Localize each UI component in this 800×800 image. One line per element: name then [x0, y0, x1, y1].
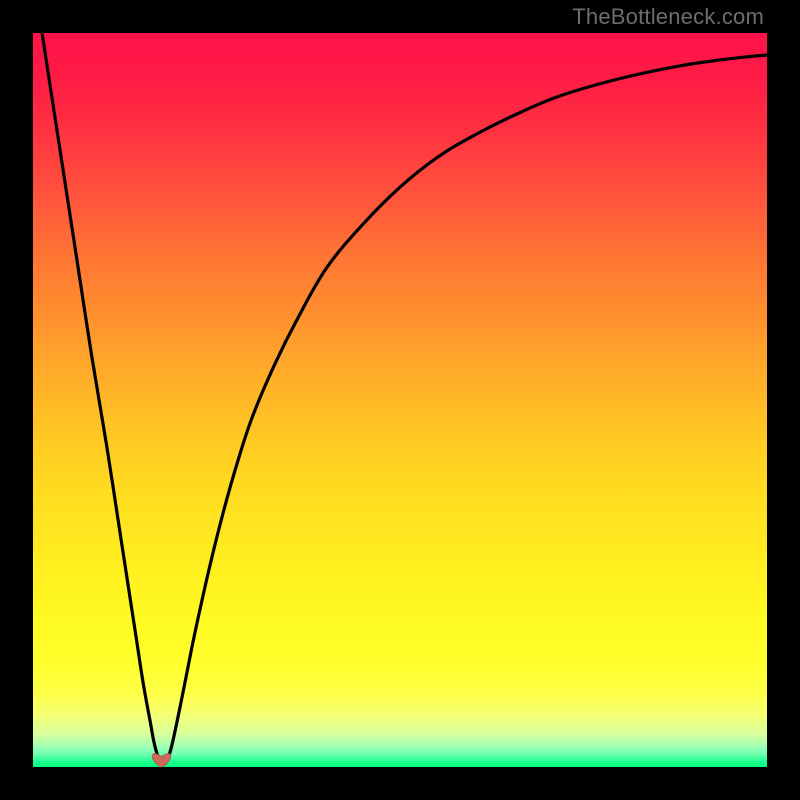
curve-layer [33, 33, 767, 767]
bottleneck-curve [33, 33, 767, 764]
plot-area [33, 33, 767, 767]
chart-frame: TheBottleneck.com [0, 0, 800, 800]
watermark-label: TheBottleneck.com [572, 4, 764, 30]
min-marker-icon [152, 754, 170, 767]
heart-icon [152, 754, 170, 767]
